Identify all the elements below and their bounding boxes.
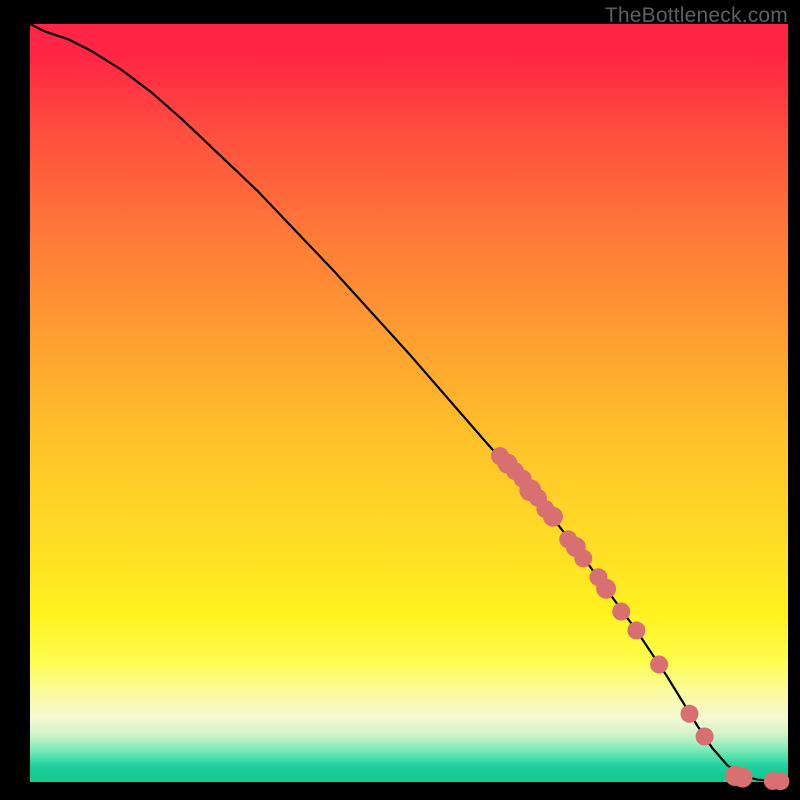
data-point-marker: [543, 507, 563, 527]
curve-svg: [30, 24, 788, 782]
plot-area: [30, 24, 788, 782]
bottleneck-curve: [30, 24, 788, 781]
chart-frame: TheBottleneck.com: [0, 0, 800, 800]
data-point-marker: [681, 705, 699, 723]
data-point-marker: [696, 728, 714, 746]
data-point-marker: [627, 621, 645, 639]
data-point-marker: [574, 549, 592, 567]
data-point-marker: [733, 768, 753, 788]
data-point-marker: [771, 772, 789, 790]
marker-group: [491, 447, 789, 790]
data-point-marker: [650, 656, 668, 674]
data-point-marker: [596, 579, 616, 599]
data-point-marker: [612, 603, 630, 621]
